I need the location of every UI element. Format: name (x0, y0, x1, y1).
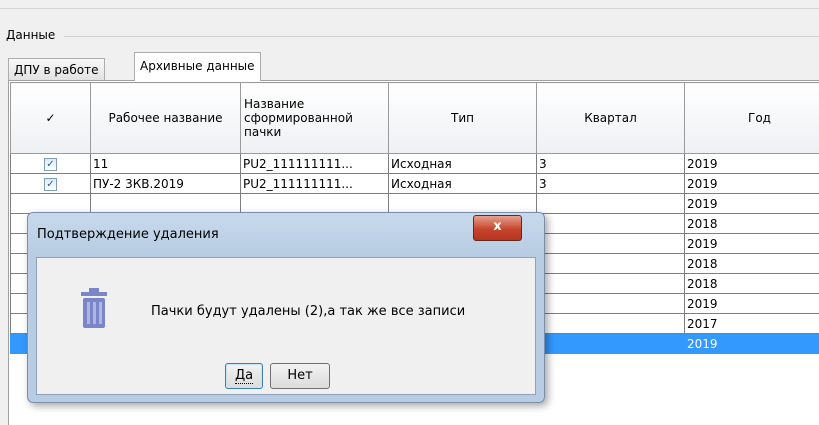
header-type[interactable]: Тип (388, 82, 537, 154)
row-checkbox[interactable]: ✓ (44, 178, 57, 191)
header-pack-name[interactable]: Название сформированной пачки (240, 82, 389, 154)
tab-archive-data[interactable]: Архивные данные (134, 52, 261, 81)
group-label: Данные (6, 28, 59, 42)
yes-button-label: Да (234, 368, 254, 384)
group-divider (64, 36, 819, 37)
dialog-message: Пачки будут удалены (2),а так же все зап… (151, 304, 466, 319)
cell-quarter[interactable] (536, 253, 685, 274)
tab-dpu-in-work[interactable]: ДПУ в работе (8, 58, 105, 80)
cell-year[interactable]: 2018 (684, 253, 819, 274)
cell-pack-name[interactable] (240, 193, 389, 214)
header-work-name[interactable]: Рабочее название (90, 82, 241, 154)
cell-check[interactable]: ✓ (10, 153, 91, 174)
no-button[interactable]: Нет (270, 363, 330, 389)
cell-check[interactable] (10, 193, 91, 214)
header-check[interactable]: ✓ (10, 82, 91, 154)
cell-quarter[interactable] (536, 293, 685, 314)
cell-quarter[interactable] (536, 333, 685, 354)
cell-year[interactable]: 2017 (684, 313, 819, 334)
cell-work-name[interactable]: 11 (90, 153, 241, 174)
confirm-delete-dialog: Подтверждение удаления x Пачки будут уда… (27, 212, 545, 403)
cell-year[interactable]: 2019 (684, 293, 819, 314)
header-quarter[interactable]: Квартал (536, 82, 685, 154)
cell-pack-name[interactable]: PU2_111111111... (240, 153, 389, 174)
dialog-close-button[interactable]: x (473, 215, 522, 241)
cell-type[interactable]: Исходная (388, 153, 537, 174)
yes-button[interactable]: Да (225, 363, 263, 389)
cell-pack-name[interactable]: PU2_111111111... (240, 173, 389, 194)
cell-year[interactable]: 2019 (684, 233, 819, 254)
top-divider (0, 8, 819, 9)
cell-quarter[interactable] (536, 313, 685, 334)
cell-check[interactable]: ✓ (10, 173, 91, 194)
cell-year[interactable]: 2019 (684, 173, 819, 194)
cell-quarter[interactable]: 3 (536, 173, 685, 194)
cell-year[interactable]: 2018 (684, 213, 819, 234)
cell-type[interactable]: Исходная (388, 173, 537, 194)
cell-year[interactable]: 2019 (684, 193, 819, 214)
table-row[interactable]: 2019 (10, 193, 819, 214)
cell-year[interactable]: 2019 (684, 153, 819, 174)
cell-quarter[interactable] (536, 193, 685, 214)
cell-work-name[interactable] (90, 193, 241, 214)
cell-type[interactable] (388, 193, 537, 214)
cell-quarter[interactable] (536, 213, 685, 234)
cell-quarter[interactable] (536, 233, 685, 254)
dialog-title: Подтверждение удаления (37, 227, 219, 242)
row-checkbox[interactable]: ✓ (44, 158, 57, 171)
header-year[interactable]: Год (684, 82, 819, 154)
cell-year[interactable]: 2018 (684, 273, 819, 294)
dialog-body: Пачки будут удалены (2),а так же все зап… (36, 257, 536, 395)
table-row[interactable]: ✓ ПУ-2 3КВ.2019 PU2_111111111... Исходная 3 2… (10, 173, 819, 194)
cell-work-name[interactable]: ПУ-2 3КВ.2019 (90, 173, 241, 194)
table-row[interactable]: ✓ 11 PU2_111111111... Исходная 3 2019 (10, 153, 819, 174)
trash-icon (81, 288, 107, 328)
cell-quarter[interactable]: 3 (536, 153, 685, 174)
cell-quarter[interactable] (536, 273, 685, 294)
cell-year[interactable]: 2019 (684, 333, 819, 354)
